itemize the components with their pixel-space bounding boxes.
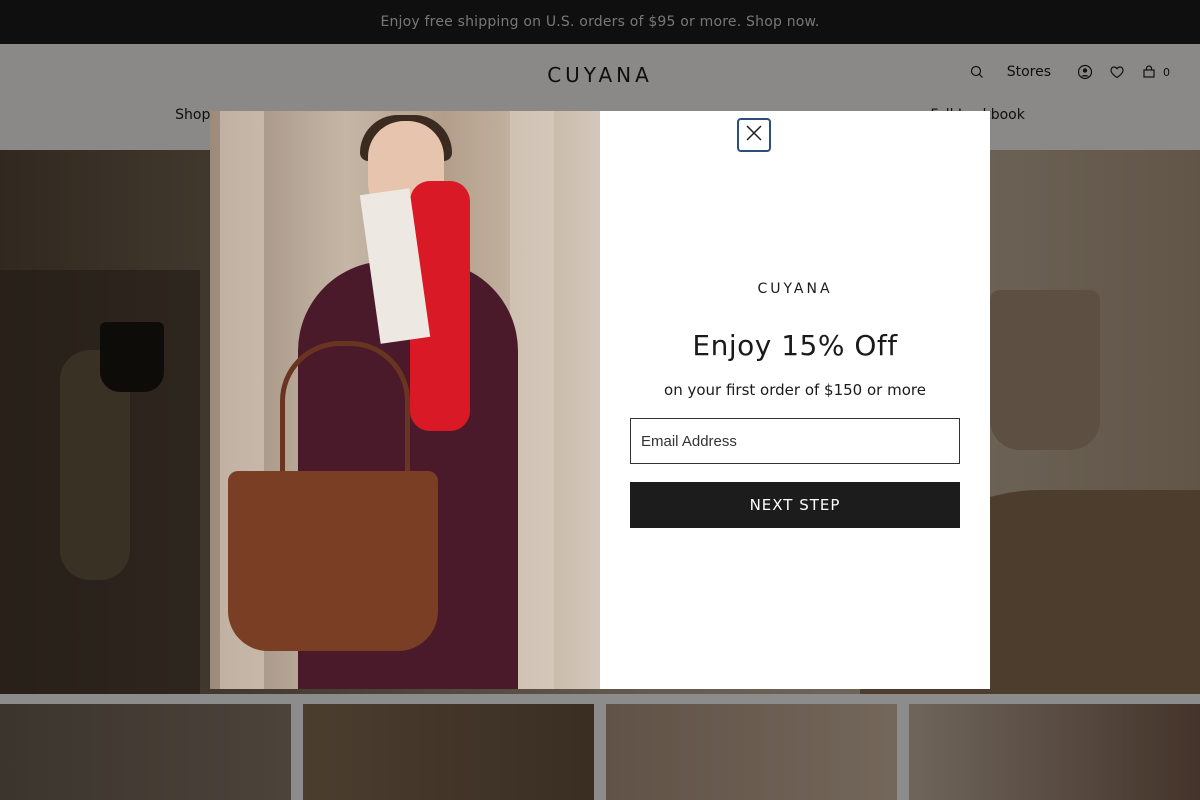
offer-title: Enjoy 15% Off <box>692 329 898 362</box>
next-step-button[interactable]: NEXT STEP <box>630 482 960 528</box>
modal-form: CUYANA Enjoy 15% Off on your first order… <box>600 111 990 689</box>
close-modal-button[interactable] <box>737 118 771 152</box>
offer-subtitle: on your first order of $150 or more <box>664 381 926 399</box>
close-icon <box>744 123 764 147</box>
modal-logo: CUYANA <box>757 281 833 297</box>
email-field[interactable] <box>630 418 960 464</box>
tote-bag <box>228 471 438 651</box>
modal-photo <box>210 111 600 689</box>
signup-modal: CUYANA Enjoy 15% Off on your first order… <box>210 111 990 689</box>
